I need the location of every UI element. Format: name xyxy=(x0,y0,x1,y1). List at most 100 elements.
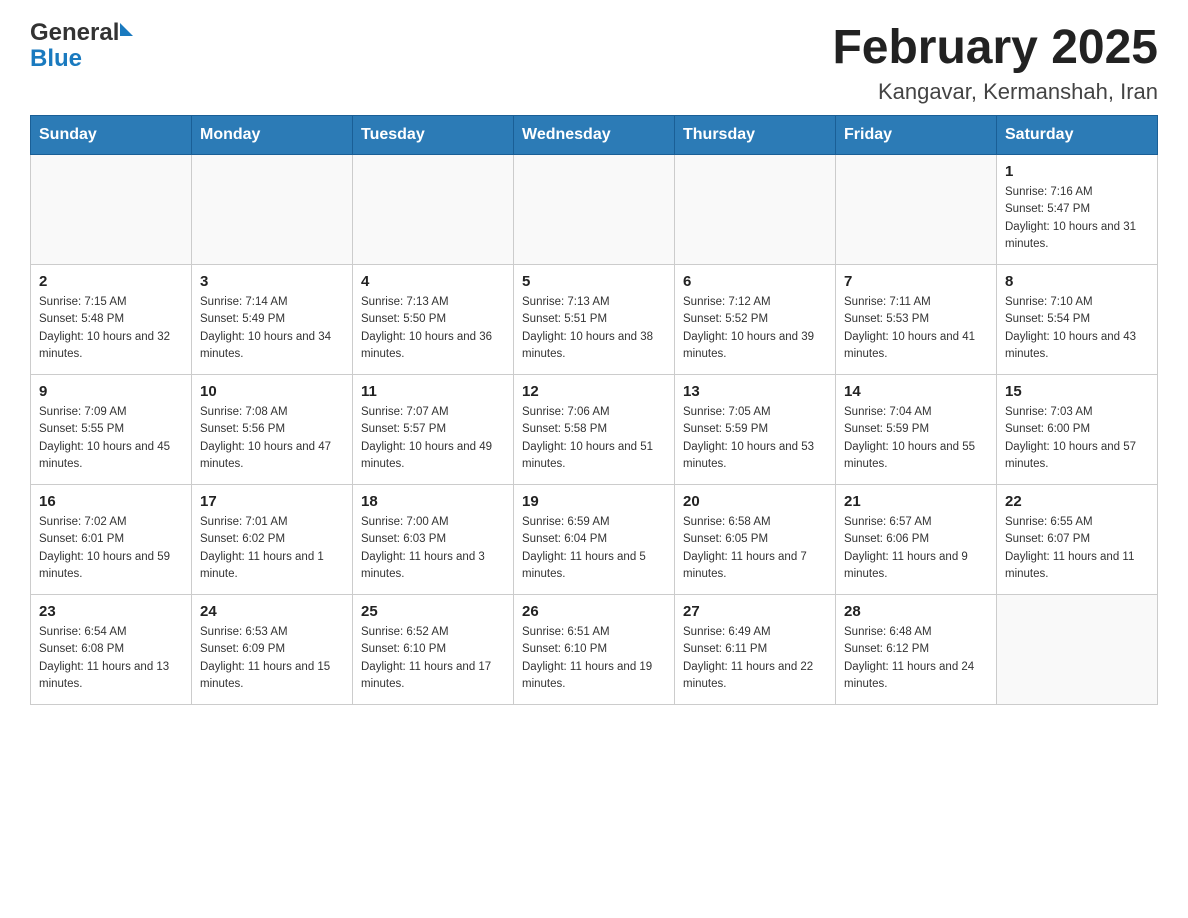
day-info: Sunrise: 6:53 AM Sunset: 6:09 PM Dayligh… xyxy=(200,624,344,693)
calendar-cell: 17Sunrise: 7:01 AM Sunset: 6:02 PM Dayli… xyxy=(192,485,353,595)
calendar-cell: 10 Sunrise: 7:08 AM Sunset: 5:56 PM Dayli… xyxy=(192,375,353,485)
day-number: 16 xyxy=(39,493,183,510)
day-number: 11 xyxy=(361,383,505,400)
header: General Blue February 2025 Kangavar, Ker… xyxy=(30,20,1158,105)
calendar-body: 1Sunrise: 7:16 AM Sunset: 5:47 PM Daylig… xyxy=(31,155,1158,705)
calendar-cell: 23 Sunrise: 6:54 AM Sunset: 6:08 PM Dayli… xyxy=(31,595,192,705)
calendar-cell: 15Sunrise: 7:03 AM Sunset: 6:00 PM Dayli… xyxy=(997,375,1158,485)
calendar-week-row: 16 Sunrise: 7:02 AM Sunset: 6:01 PM Dayli… xyxy=(31,485,1158,595)
calendar-cell xyxy=(192,155,353,265)
calendar-cell: 12 Sunrise: 7:06 AM Sunset: 5:58 PM Dayli… xyxy=(514,375,675,485)
calendar-cell: 8Sunrise: 7:10 AM Sunset: 5:54 PM Daylig… xyxy=(997,265,1158,375)
calendar-cell: 19Sunrise: 6:59 AM Sunset: 6:04 PM Dayli… xyxy=(514,485,675,595)
day-info: Sunrise: 6:48 AM Sunset: 6:12 PM Dayligh… xyxy=(844,624,988,693)
title-area: February 2025 Kangavar, Kermanshah, Iran xyxy=(832,20,1158,105)
day-number: 9 xyxy=(39,383,183,400)
calendar-cell xyxy=(514,155,675,265)
calendar-cell: 5Sunrise: 7:13 AM Sunset: 5:51 PM Daylig… xyxy=(514,265,675,375)
calendar-cell: 7 Sunrise: 7:11 AM Sunset: 5:53 PM Daylig… xyxy=(836,265,997,375)
day-info: Sunrise: 6:55 AM Sunset: 6:07 PM Dayligh… xyxy=(1005,514,1149,583)
logo-line1: General xyxy=(30,20,133,46)
calendar-week-row: 2Sunrise: 7:15 AM Sunset: 5:48 PM Daylig… xyxy=(31,265,1158,375)
day-number: 23 xyxy=(39,603,183,620)
calendar-cell: 2Sunrise: 7:15 AM Sunset: 5:48 PM Daylig… xyxy=(31,265,192,375)
day-number: 4 xyxy=(361,273,505,290)
day-info: Sunrise: 7:13 AM Sunset: 5:51 PM Dayligh… xyxy=(522,294,666,363)
day-number: 13 xyxy=(683,383,827,400)
calendar-cell: 16 Sunrise: 7:02 AM Sunset: 6:01 PM Dayli… xyxy=(31,485,192,595)
calendar-cell xyxy=(31,155,192,265)
calendar-cell: 6 Sunrise: 7:12 AM Sunset: 5:52 PM Daylig… xyxy=(675,265,836,375)
logo: General Blue xyxy=(30,20,133,73)
day-info: Sunrise: 7:00 AM Sunset: 6:03 PM Dayligh… xyxy=(361,514,505,583)
day-of-week-header: Tuesday xyxy=(353,116,514,155)
day-info: Sunrise: 7:03 AM Sunset: 6:00 PM Dayligh… xyxy=(1005,404,1149,473)
calendar-cell: 14 Sunrise: 7:04 AM Sunset: 5:59 PM Dayli… xyxy=(836,375,997,485)
day-info: Sunrise: 6:51 AM Sunset: 6:10 PM Dayligh… xyxy=(522,624,666,693)
day-info: Sunrise: 7:06 AM Sunset: 5:58 PM Dayligh… xyxy=(522,404,666,473)
day-number: 21 xyxy=(844,493,988,510)
day-of-week-header: Monday xyxy=(192,116,353,155)
calendar-cell: 22 Sunrise: 6:55 AM Sunset: 6:07 PM Dayli… xyxy=(997,485,1158,595)
day-number: 8 xyxy=(1005,273,1149,290)
page-subtitle: Kangavar, Kermanshah, Iran xyxy=(832,79,1158,105)
day-number: 3 xyxy=(200,273,344,290)
calendar-cell xyxy=(997,595,1158,705)
calendar-cell: 1Sunrise: 7:16 AM Sunset: 5:47 PM Daylig… xyxy=(997,155,1158,265)
calendar-cell: 27Sunrise: 6:49 AM Sunset: 6:11 PM Dayli… xyxy=(675,595,836,705)
day-info: Sunrise: 6:57 AM Sunset: 6:06 PM Dayligh… xyxy=(844,514,988,583)
page-title: February 2025 xyxy=(832,20,1158,75)
day-info: Sunrise: 7:08 AM Sunset: 5:56 PM Dayligh… xyxy=(200,404,344,473)
day-number: 28 xyxy=(844,603,988,620)
calendar-cell: 25Sunrise: 6:52 AM Sunset: 6:10 PM Dayli… xyxy=(353,595,514,705)
calendar-cell xyxy=(353,155,514,265)
day-info: Sunrise: 6:54 AM Sunset: 6:08 PM Dayligh… xyxy=(39,624,183,693)
day-info: Sunrise: 6:52 AM Sunset: 6:10 PM Dayligh… xyxy=(361,624,505,693)
day-number: 14 xyxy=(844,383,988,400)
calendar-cell: 28 Sunrise: 6:48 AM Sunset: 6:12 PM Dayli… xyxy=(836,595,997,705)
calendar-cell: 18 Sunrise: 7:00 AM Sunset: 6:03 PM Dayli… xyxy=(353,485,514,595)
day-number: 1 xyxy=(1005,163,1149,180)
day-number: 18 xyxy=(361,493,505,510)
day-number: 6 xyxy=(683,273,827,290)
calendar-week-row: 1Sunrise: 7:16 AM Sunset: 5:47 PM Daylig… xyxy=(31,155,1158,265)
logo-general-text: General xyxy=(30,19,119,46)
day-number: 22 xyxy=(1005,493,1149,510)
day-info: Sunrise: 7:01 AM Sunset: 6:02 PM Dayligh… xyxy=(200,514,344,583)
calendar-cell: 11 Sunrise: 7:07 AM Sunset: 5:57 PM Dayli… xyxy=(353,375,514,485)
day-number: 7 xyxy=(844,273,988,290)
day-number: 24 xyxy=(200,603,344,620)
calendar-cell: 3 Sunrise: 7:14 AM Sunset: 5:49 PM Daylig… xyxy=(192,265,353,375)
logo-line2: Blue xyxy=(30,46,82,72)
day-number: 20 xyxy=(683,493,827,510)
calendar-week-row: 9 Sunrise: 7:09 AM Sunset: 5:55 PM Daylig… xyxy=(31,375,1158,485)
logo-triangle-icon xyxy=(120,23,133,36)
calendar-cell: 26 Sunrise: 6:51 AM Sunset: 6:10 PM Dayli… xyxy=(514,595,675,705)
day-info: Sunrise: 7:02 AM Sunset: 6:01 PM Dayligh… xyxy=(39,514,183,583)
calendar-cell: 9 Sunrise: 7:09 AM Sunset: 5:55 PM Daylig… xyxy=(31,375,192,485)
day-info: Sunrise: 6:59 AM Sunset: 6:04 PM Dayligh… xyxy=(522,514,666,583)
day-info: Sunrise: 7:13 AM Sunset: 5:50 PM Dayligh… xyxy=(361,294,505,363)
calendar-week-row: 23 Sunrise: 6:54 AM Sunset: 6:08 PM Dayli… xyxy=(31,595,1158,705)
calendar-cell: 24 Sunrise: 6:53 AM Sunset: 6:09 PM Dayli… xyxy=(192,595,353,705)
calendar-cell: 20Sunrise: 6:58 AM Sunset: 6:05 PM Dayli… xyxy=(675,485,836,595)
day-info: Sunrise: 6:49 AM Sunset: 6:11 PM Dayligh… xyxy=(683,624,827,693)
day-info: Sunrise: 7:12 AM Sunset: 5:52 PM Dayligh… xyxy=(683,294,827,363)
day-of-week-header: Sunday xyxy=(31,116,192,155)
day-number: 26 xyxy=(522,603,666,620)
days-of-week-row: SundayMondayTuesdayWednesdayThursdayFrid… xyxy=(31,116,1158,155)
day-info: Sunrise: 7:04 AM Sunset: 5:59 PM Dayligh… xyxy=(844,404,988,473)
day-info: Sunrise: 7:07 AM Sunset: 5:57 PM Dayligh… xyxy=(361,404,505,473)
calendar-cell: 4 Sunrise: 7:13 AM Sunset: 5:50 PM Daylig… xyxy=(353,265,514,375)
day-number: 12 xyxy=(522,383,666,400)
calendar-cell: 13Sunrise: 7:05 AM Sunset: 5:59 PM Dayli… xyxy=(675,375,836,485)
day-of-week-header: Wednesday xyxy=(514,116,675,155)
day-info: Sunrise: 7:14 AM Sunset: 5:49 PM Dayligh… xyxy=(200,294,344,363)
calendar-table: SundayMondayTuesdayWednesdayThursdayFrid… xyxy=(30,115,1158,705)
day-info: Sunrise: 7:11 AM Sunset: 5:53 PM Dayligh… xyxy=(844,294,988,363)
calendar-cell: 21 Sunrise: 6:57 AM Sunset: 6:06 PM Dayli… xyxy=(836,485,997,595)
day-info: Sunrise: 7:15 AM Sunset: 5:48 PM Dayligh… xyxy=(39,294,183,363)
day-number: 10 xyxy=(200,383,344,400)
day-of-week-header: Saturday xyxy=(997,116,1158,155)
day-info: Sunrise: 7:09 AM Sunset: 5:55 PM Dayligh… xyxy=(39,404,183,473)
